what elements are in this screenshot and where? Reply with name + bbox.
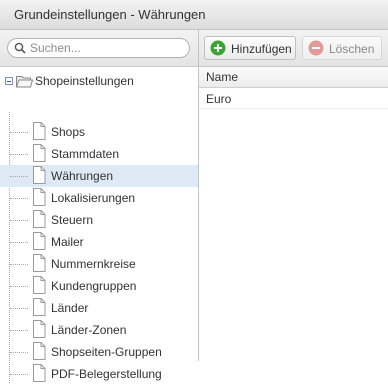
tree-item-label: PDF-Belegerstellung (51, 367, 162, 381)
tree-item-lokalisierungen[interactable]: Lokalisierungen (0, 187, 198, 209)
tree-item-label: Länder-Zonen (51, 323, 127, 337)
document-icon (33, 364, 46, 382)
add-button-label: Hinzufügen (231, 42, 292, 56)
tree-item-mailer[interactable]: Mailer (0, 231, 198, 253)
delete-icon (308, 40, 324, 56)
document-icon (33, 166, 46, 184)
tree-item-label: Steuern (51, 213, 94, 227)
column-header-name[interactable]: Name (206, 70, 238, 84)
tree-item-shops[interactable]: Shops (0, 121, 198, 143)
grid-toolbar: Hinzufügen Löschen (199, 30, 388, 67)
settings-tree-panel: Shopeinstellungen Shops Stammdaten Währu… (0, 30, 199, 383)
grid-header: Name (199, 67, 388, 88)
tree-item-laender-zonen[interactable]: Länder-Zonen (0, 319, 198, 341)
document-icon (33, 254, 46, 272)
currency-list-panel: Hinzufügen Löschen Name Euro (199, 30, 388, 361)
document-icon (33, 276, 46, 294)
document-icon (33, 144, 46, 162)
document-icon (33, 188, 46, 206)
tree-item-kundengruppen[interactable]: Kundengruppen (0, 275, 198, 297)
table-row[interactable]: Euro (199, 88, 388, 109)
document-icon (33, 320, 46, 338)
search-input[interactable] (30, 40, 180, 56)
search-icon (14, 42, 26, 54)
document-icon (33, 210, 46, 228)
document-icon (33, 122, 46, 140)
search-field[interactable] (7, 38, 190, 58)
add-button[interactable]: Hinzufügen (204, 36, 296, 60)
tree-item-label: Shops (51, 125, 86, 139)
tree-root-label: Shopeinstellungen (35, 74, 134, 88)
search-toolbar (0, 30, 198, 67)
tree-item-label: Shopseiten-Gruppen (51, 345, 162, 359)
folder-open-icon (16, 76, 33, 88)
tree-item-steuern[interactable]: Steuern (0, 209, 198, 231)
delete-button[interactable]: Löschen (302, 36, 382, 60)
tree-root-shopeinstellungen[interactable]: Shopeinstellungen (0, 70, 198, 92)
tree-item-stammdaten[interactable]: Stammdaten (0, 143, 198, 165)
window-titlebar: Grundeinstellungen - Währungen (0, 0, 388, 30)
add-icon (210, 40, 226, 56)
tree-item-label: Mailer (51, 235, 84, 249)
tree-item-nummernkreise[interactable]: Nummernkreise (0, 253, 198, 275)
tree-item-label: Kundengruppen (51, 279, 137, 293)
tree-item-laender[interactable]: Länder (0, 297, 198, 319)
tree-item-pdf-belegerstellung[interactable]: PDF-Belegerstellung (0, 363, 198, 385)
document-icon (33, 342, 46, 360)
document-icon (33, 298, 46, 316)
tree-item-label: Währungen (51, 169, 114, 183)
delete-button-label: Löschen (329, 42, 375, 56)
collapse-icon[interactable] (5, 77, 13, 85)
tree-item-label: Länder (51, 301, 89, 315)
tree-item-shopseiten-gruppen[interactable]: Shopseiten-Gruppen (0, 341, 198, 363)
document-icon (33, 232, 46, 250)
tree-item-waehrungen[interactable]: Währungen (0, 165, 198, 187)
table-cell-name: Euro (206, 92, 232, 106)
tree-item-label: Nummernkreise (51, 257, 136, 271)
window-title: Grundeinstellungen - Währungen (14, 7, 206, 22)
tree-item-label: Lokalisierungen (51, 191, 136, 205)
tree-item-label: Stammdaten (51, 147, 120, 161)
